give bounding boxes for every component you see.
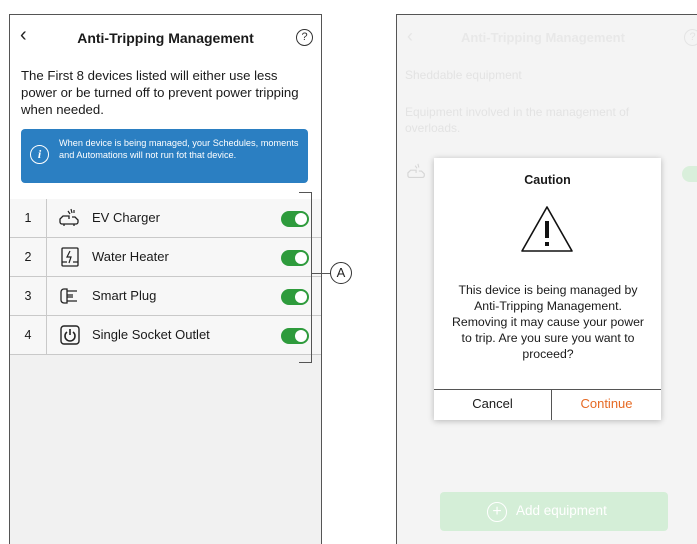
device-row-water-heater[interactable]: 2 Water Heater xyxy=(10,238,321,277)
device-priority-number: 4 xyxy=(10,316,47,354)
device-row-ev-charger[interactable]: 1 EV Charger xyxy=(10,199,321,238)
description-text: The First 8 devices listed will either u… xyxy=(21,68,299,117)
dialog-title: Caution xyxy=(524,173,571,187)
anti-tripping-screen: ‹ Anti-Tripping Management ? The First 8… xyxy=(9,14,322,544)
header-bar: ‹ Anti-Tripping Management ? xyxy=(10,15,321,59)
page-title: Anti-Tripping Management xyxy=(77,30,254,46)
callout-line xyxy=(311,273,331,274)
caution-screen: ‹ Anti-Tripping Management ? Sheddable e… xyxy=(396,14,697,544)
dialog-actions: Cancel Continue xyxy=(434,389,661,420)
device-name: EV Charger xyxy=(92,210,160,225)
device-name: Smart Plug xyxy=(92,288,157,303)
ev-charger-icon xyxy=(407,163,425,179)
dialog-message: This device is being managed by Anti-Tri… xyxy=(451,283,645,361)
ev-charger-icon xyxy=(59,208,79,226)
device-priority-number: 3 xyxy=(10,277,47,315)
cancel-button[interactable]: Cancel xyxy=(434,390,552,420)
device-toggle xyxy=(682,166,697,182)
device-row-single-socket-outlet[interactable]: 4 Single Socket Outlet xyxy=(10,316,321,355)
help-circle-icon: ? xyxy=(684,29,697,46)
smart-plug-icon xyxy=(60,288,77,304)
socket-outlet-icon xyxy=(60,325,80,345)
info-banner-text: When device is being managed, your Sched… xyxy=(59,138,299,160)
info-banner: i When device is being managed, your Sch… xyxy=(21,129,308,183)
continue-button[interactable]: Continue xyxy=(552,390,661,420)
plus-circle-icon: + xyxy=(487,502,507,522)
page-title-dimmed: Anti-Tripping Management xyxy=(461,30,625,45)
warning-triangle-icon xyxy=(521,206,573,252)
device-priority-number: 1 xyxy=(10,199,47,237)
section-heading-dimmed: Sheddable equipment xyxy=(405,68,522,82)
add-equipment-button: + Add equipment xyxy=(440,492,668,531)
device-name: Single Socket Outlet xyxy=(92,327,210,342)
water-heater-icon xyxy=(61,247,79,267)
intro-section: The First 8 devices listed will either u… xyxy=(10,59,321,199)
section-description-dimmed: Equipment involved in the management of … xyxy=(405,105,630,135)
chevron-left-icon: ‹ xyxy=(407,26,413,46)
add-equipment-label: Add equipment xyxy=(516,503,607,518)
help-circle-icon[interactable]: ? xyxy=(296,29,313,46)
device-priority-number: 2 xyxy=(10,238,47,276)
info-circle-icon: i xyxy=(30,145,49,164)
device-name: Water Heater xyxy=(92,249,169,264)
callout-label: A xyxy=(330,262,352,284)
device-list: 1 EV Charger 2 Water Heater 3 Smart Plug… xyxy=(10,199,321,355)
callout-bracket xyxy=(299,192,312,363)
device-row-smart-plug[interactable]: 3 Smart Plug xyxy=(10,277,321,316)
caution-dialog: Caution This device is being managed by … xyxy=(434,158,661,420)
